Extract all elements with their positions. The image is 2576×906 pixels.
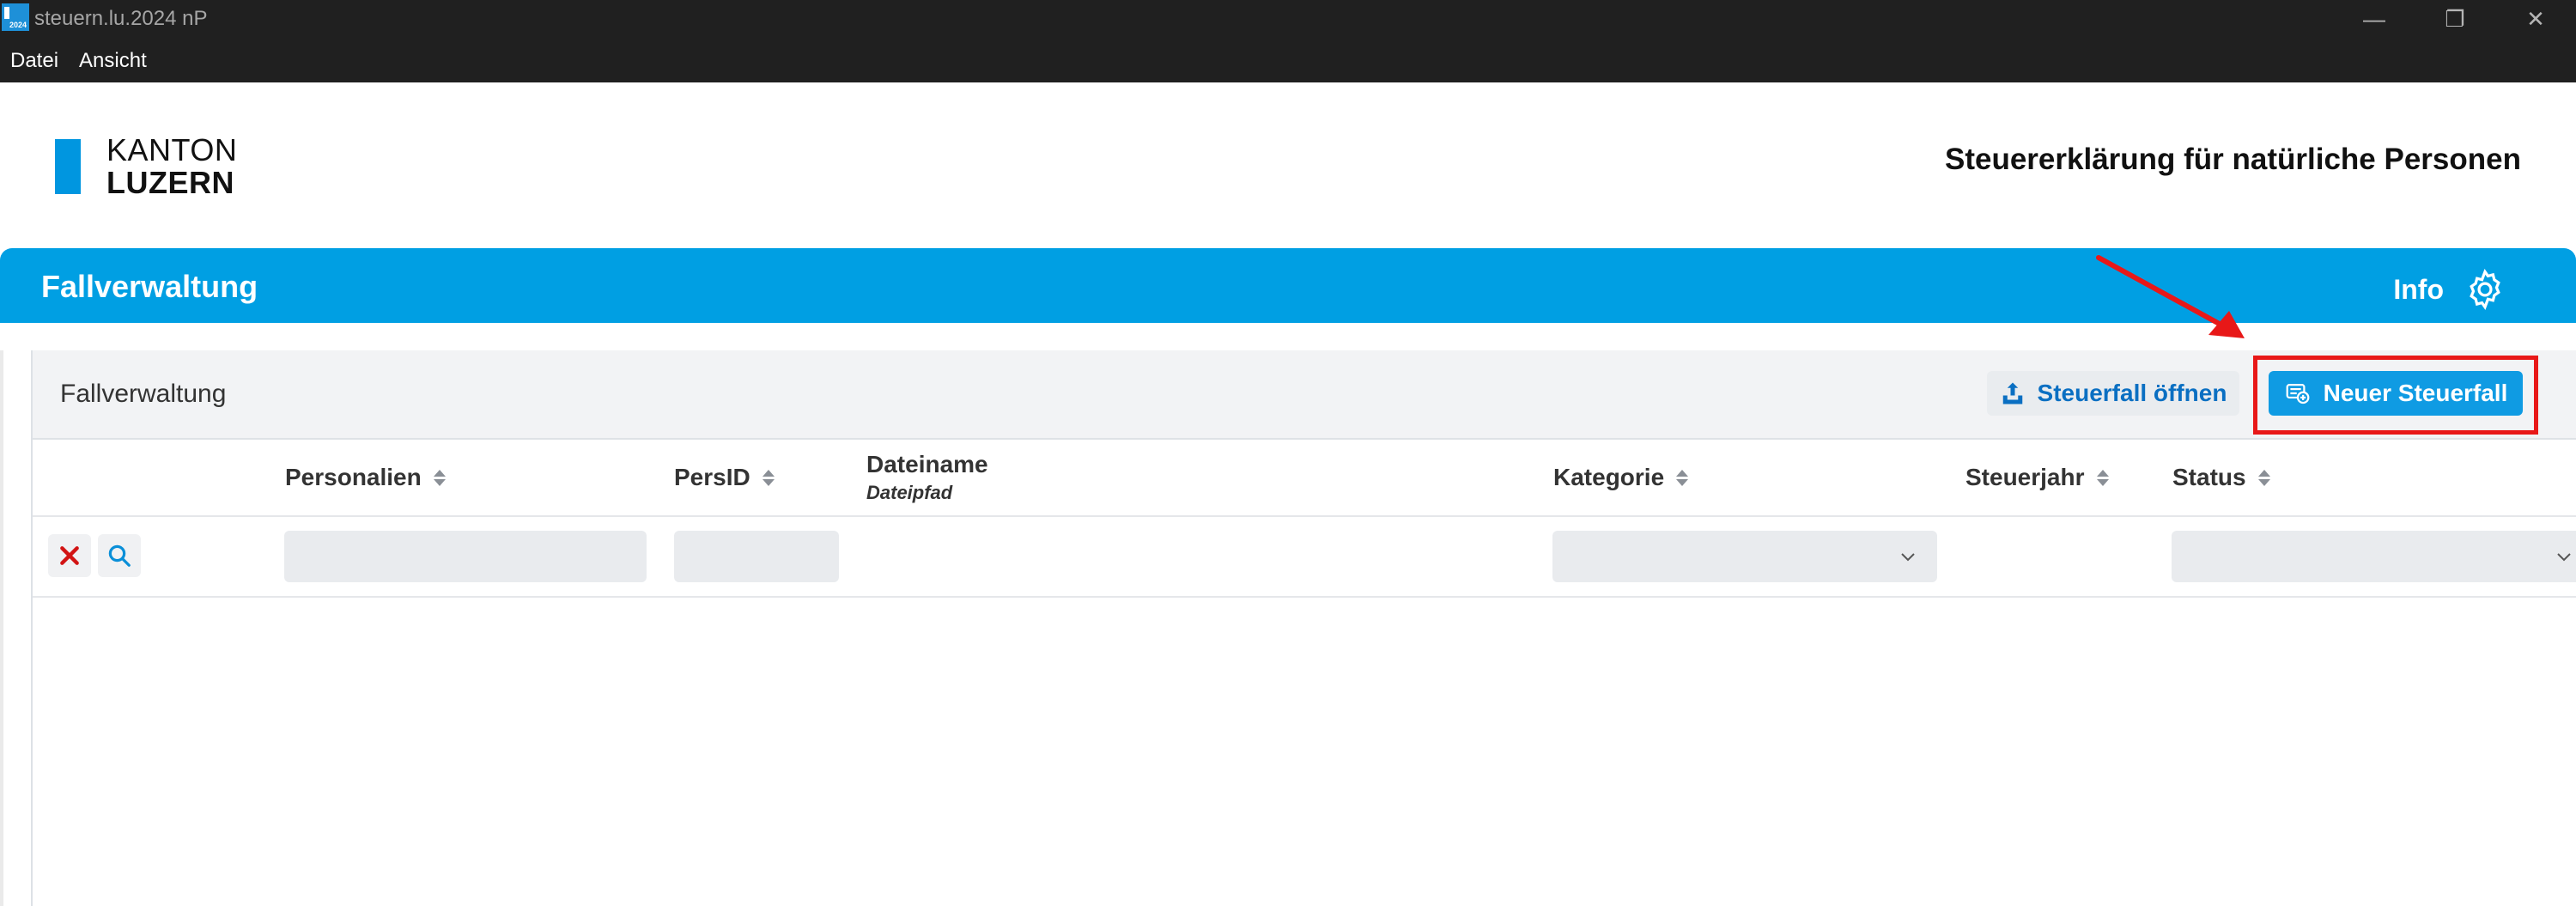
sort-icon (2257, 469, 2270, 486)
window-title: steuern.lu.2024 nP (34, 7, 208, 30)
status-filter-select[interactable] (2172, 531, 2576, 582)
sort-icon (1676, 469, 1689, 486)
menu-ansicht[interactable]: Ansicht (69, 49, 157, 73)
column-dateiname-label: Dateiname (866, 451, 988, 477)
table-body (33, 598, 2576, 906)
kategorie-filter-select[interactable] (1552, 531, 1937, 582)
column-persid-label: PersID (674, 464, 750, 490)
close-window-button[interactable]: ✕ (2495, 0, 2576, 38)
clear-filter-button[interactable] (48, 534, 91, 577)
column-status[interactable]: Status (2172, 440, 2270, 515)
app-icon-label: 2024 (9, 21, 27, 29)
page-header: KANTON LUZERN Steuererklärung für natürl… (0, 82, 2576, 248)
logo-line-1: KANTON (106, 132, 238, 167)
filter-row (33, 517, 2576, 598)
column-kategorie-label: Kategorie (1553, 464, 1665, 490)
info-button[interactable]: Info (2393, 267, 2507, 312)
persid-filter-input[interactable] (674, 531, 839, 582)
table-header: Personalien PersID Dateiname Dateipfad K… (33, 440, 2576, 517)
chevron-down-icon (2557, 553, 2571, 562)
personalien-filter-input[interactable] (284, 531, 647, 582)
app-icon: 2024 (2, 3, 29, 31)
restore-button[interactable]: ❐ (2415, 0, 2495, 38)
column-dateiname: Dateiname Dateipfad (866, 440, 988, 515)
nav-title: Fallverwaltung (41, 269, 258, 304)
minimize-button[interactable]: — (2334, 0, 2415, 38)
logo-line-2: LUZERN (106, 165, 234, 200)
column-status-label: Status (2172, 464, 2246, 490)
close-icon (60, 546, 79, 565)
sort-icon (433, 469, 446, 486)
page-title: Steuererklärung für natürliche Personen (1944, 143, 2521, 176)
window-controls: — ❐ ✕ (2334, 0, 2576, 38)
logo-mark (55, 139, 81, 194)
search-filter-button[interactable] (98, 534, 141, 577)
window-titlebar: 2024 steuern.lu.2024 nP — ❐ ✕ Datei Ansi… (0, 0, 2576, 82)
column-personalien-label: Personalien (285, 464, 422, 490)
sort-icon (762, 469, 775, 486)
info-label: Info (2393, 273, 2444, 305)
menu-datei[interactable]: Datei (0, 49, 69, 73)
annotation-highlight-box (2253, 356, 2538, 435)
chevron-down-icon (1901, 553, 1915, 562)
case-management-panel: Fallverwaltung Steuerfall öffnen Neuer S… (31, 350, 2576, 906)
open-case-button[interactable]: Steuerfall öffnen (1987, 371, 2239, 416)
gear-icon[interactable] (2463, 267, 2507, 312)
upload-icon (2002, 382, 2022, 404)
panel-header: Fallverwaltung Steuerfall öffnen Neuer S… (33, 350, 2576, 440)
column-kategorie[interactable]: Kategorie (1553, 440, 1689, 515)
menu-bar: Datei Ansicht (0, 43, 157, 79)
column-dateipfad-label: Dateipfad (866, 482, 953, 503)
search-icon (108, 544, 131, 567)
sort-icon (2096, 469, 2109, 486)
annotation-arrow (2096, 255, 2245, 338)
kanton-luzern-logo: KANTON LUZERN (55, 134, 237, 199)
column-persid[interactable]: PersID (674, 440, 775, 515)
column-personalien[interactable]: Personalien (285, 440, 446, 515)
panel-title: Fallverwaltung (60, 380, 227, 408)
left-edge (0, 350, 3, 906)
open-case-label: Steuerfall öffnen (2037, 380, 2227, 406)
column-steuerjahr-label: Steuerjahr (1965, 464, 2085, 490)
column-steuerjahr[interactable]: Steuerjahr (1965, 440, 2109, 515)
